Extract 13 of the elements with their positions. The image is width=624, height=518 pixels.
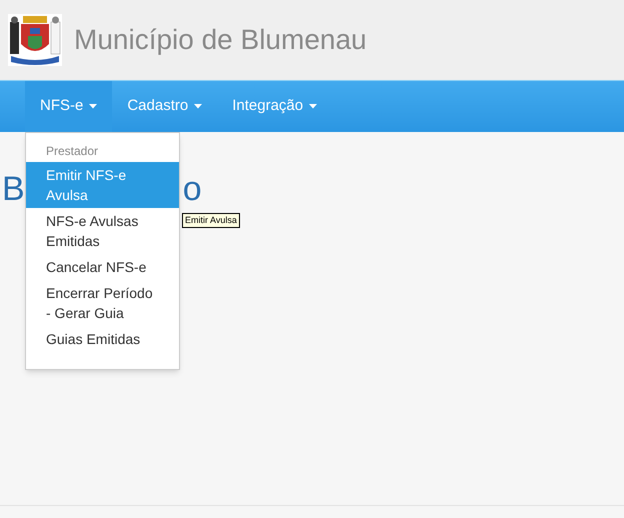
coat-of-arms-logo (8, 14, 62, 66)
tooltip: Emitir Avulsa (182, 213, 240, 228)
menu-section-header: Prestador (45, 143, 100, 160)
site-title: Município de Blumenau (74, 23, 367, 57)
menu-item[interactable]: Encerrar Período - Gerar Guia (26, 280, 179, 326)
page-heading: B (2, 172, 25, 206)
caret-icon (89, 104, 98, 109)
caret-icon (194, 104, 202, 109)
menu-item[interactable]: Guias Emitidas (26, 326, 179, 352)
menu-item[interactable]: Cancelar NFS-e (26, 254, 179, 280)
page-heading: o (182, 172, 202, 206)
caret-icon (309, 104, 318, 109)
menu-item[interactable]: NFS-e Avulsas Emitidas (26, 208, 179, 254)
